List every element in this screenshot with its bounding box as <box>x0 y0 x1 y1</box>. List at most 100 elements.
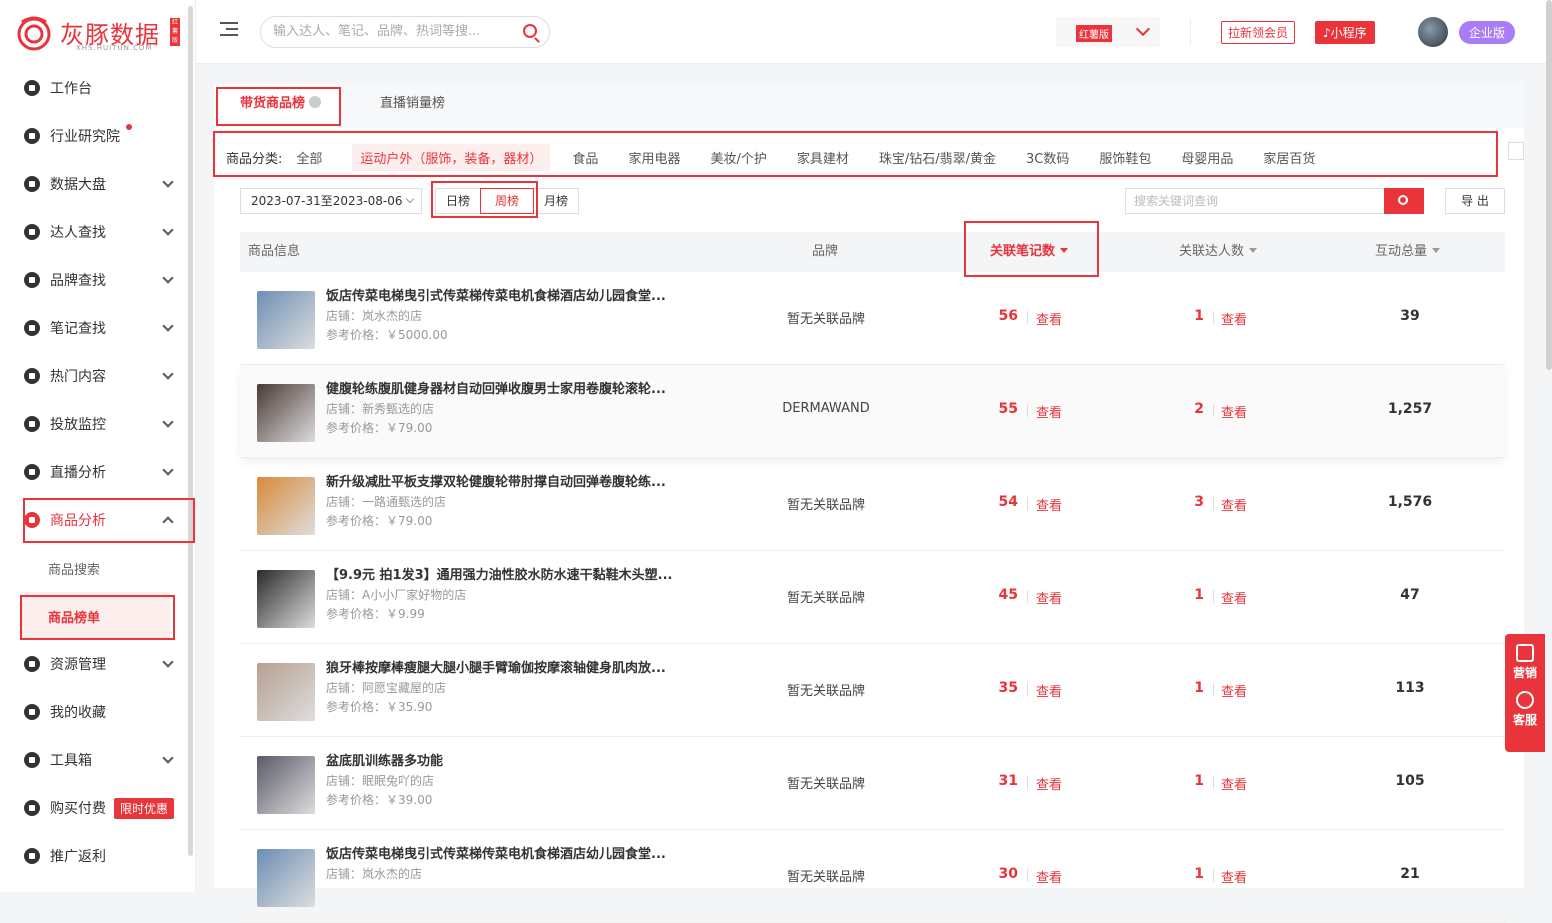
avatar[interactable] <box>1418 17 1448 47</box>
view-notes-link[interactable]: 查看 <box>1036 402 1062 421</box>
period-monthly[interactable]: 月榜 <box>533 188 580 214</box>
table-row[interactable]: 新升级减肚平板支撑双轮健腹轮带肘撑自动回弹卷腹轮练... 店铺：一路通甄选的店 参考… <box>240 458 1505 551</box>
product-thumbnail[interactable] <box>257 570 315 628</box>
chevron-down-icon[interactable] <box>162 464 174 476</box>
product-name[interactable]: 狼牙棒按摩棒瘦腿大腿小腿手臂瑜伽按摩滚轴健身肌肉放... <box>326 657 696 676</box>
sidebar-item-0[interactable]: 工作台 <box>0 64 192 112</box>
category-item[interactable]: 家具建材 <box>797 148 849 167</box>
table-row[interactable]: 狼牙棒按摩棒瘦腿大腿小腿手臂瑜伽按摩滚轴健身肌肉放... 店铺：阿愿宝藏屋的店 参考… <box>240 644 1505 737</box>
view-notes-link[interactable]: 查看 <box>1036 867 1062 886</box>
enterprise-badge[interactable]: 企业版 <box>1459 21 1516 44</box>
sidebar-item-11[interactable]: 我的收藏 <box>0 688 192 736</box>
sidebar-item-7[interactable]: 投放监控 <box>0 400 192 448</box>
global-search-input[interactable]: 输入达人、笔记、品牌、热词等搜... <box>260 16 550 48</box>
category-item[interactable]: 服饰鞋包 <box>1099 148 1151 167</box>
table-row[interactable]: 饭店传菜电梯曳引式传菜梯传菜电机食梯酒店幼儿园食堂... 店铺：岚水杰的店 参考价格… <box>240 272 1505 365</box>
sidebar-subitem-1[interactable]: 商品榜单 <box>22 592 170 640</box>
header-kol-count[interactable]: 关联达人数 <box>1179 232 1258 272</box>
sidebar-item-13[interactable]: 购买付费 限时优惠 <box>0 784 192 832</box>
sidebar-item-2[interactable]: 数据大盘 <box>0 160 192 208</box>
view-kols-link[interactable]: 查看 <box>1221 588 1247 607</box>
header-total-interaction[interactable]: 互动总量 <box>1375 232 1441 272</box>
sidebar-item-4[interactable]: 品牌查找 <box>0 256 192 304</box>
sidebar-item-9[interactable]: 商品分析 <box>0 496 192 544</box>
view-notes-link[interactable]: 查看 <box>1036 309 1062 328</box>
customer-service-icon[interactable] <box>1516 691 1534 709</box>
tab-goods-rank[interactable]: 带货商品榜 <box>214 84 338 128</box>
chevron-down-icon[interactable] <box>162 752 174 764</box>
chevron-down-icon[interactable] <box>162 368 174 380</box>
period-daily[interactable]: 日榜 <box>435 188 482 214</box>
promo-badge[interactable]: 限时优惠 <box>114 797 175 819</box>
mini-program-button[interactable]: ♪小程序 <box>1315 21 1375 44</box>
sidebar-item-10[interactable]: 资源管理 <box>0 640 192 688</box>
export-button[interactable]: 导 出 <box>1445 188 1505 214</box>
category-item[interactable]: 母婴用品 <box>1181 148 1233 167</box>
product-thumbnail[interactable] <box>257 756 315 814</box>
help-icon[interactable] <box>309 96 322 108</box>
chevron-down-icon[interactable] <box>162 656 174 668</box>
product-thumbnail[interactable] <box>257 849 315 907</box>
period-weekly[interactable]: 周榜 <box>480 188 535 214</box>
view-notes-link[interactable]: 查看 <box>1036 681 1062 700</box>
table-row[interactable]: 饭店传菜电梯曳引式传菜梯传菜电机食梯酒店幼儿园食堂... 店铺：岚水杰的店 暂无关联… <box>240 830 1505 923</box>
chevron-up-icon[interactable] <box>162 516 174 528</box>
view-kols-link[interactable]: 查看 <box>1221 402 1247 421</box>
category-item[interactable]: 运动户外（服饰，装备，器材） <box>352 143 551 171</box>
view-notes-link[interactable]: 查看 <box>1036 495 1062 514</box>
view-kols-link[interactable]: 查看 <box>1221 681 1247 700</box>
marketing-label[interactable]: 营销 <box>1505 664 1545 681</box>
product-thumbnail[interactable] <box>257 291 315 349</box>
category-item[interactable]: 食品 <box>572 148 598 167</box>
table-row[interactable]: 盆底肌训练器多功能 店铺：眠眠兔吖的店 参考价格：￥39.00 暂无关联品牌 31 查看 1… <box>240 737 1505 830</box>
product-thumbnail[interactable] <box>257 477 315 535</box>
category-expand-icon[interactable] <box>1508 142 1524 160</box>
view-kols-link[interactable]: 查看 <box>1221 774 1247 793</box>
category-item[interactable]: 全部 <box>296 148 322 167</box>
chevron-down-icon[interactable] <box>162 320 174 332</box>
sidebar-item-3[interactable]: 达人查找 <box>0 208 192 256</box>
view-kols-link[interactable]: 查看 <box>1221 867 1247 886</box>
view-kols-link[interactable]: 查看 <box>1221 495 1247 514</box>
chevron-down-icon[interactable] <box>162 224 174 236</box>
invite-member-button[interactable]: 拉新领会员 <box>1221 21 1296 44</box>
sidebar-item-5[interactable]: 笔记查找 <box>0 304 192 352</box>
product-name[interactable]: 【9.9元 拍1发3】通用强力油性胶水防水速干黏鞋木头塑... <box>326 564 696 583</box>
view-kols-link[interactable]: 查看 <box>1221 309 1247 328</box>
search-icon[interactable] <box>523 24 537 38</box>
category-item[interactable]: 家用电器 <box>628 148 680 167</box>
product-name[interactable]: 饭店传菜电梯曳引式传菜梯传菜电机食梯酒店幼儿园食堂... <box>326 843 696 862</box>
product-name[interactable]: 盆底肌训练器多功能 <box>326 750 696 769</box>
menu-toggle-icon[interactable] <box>220 22 238 36</box>
sidebar-subitem-0[interactable]: 商品搜索 <box>0 544 192 592</box>
header-note-count[interactable]: 关联笔记数 <box>990 232 1069 272</box>
product-name[interactable]: 饭店传菜电梯曳引式传菜梯传菜电机食梯酒店幼儿园食堂... <box>326 285 696 304</box>
chevron-down-icon[interactable] <box>162 176 174 188</box>
chevron-down-icon[interactable] <box>162 416 174 428</box>
version-switcher[interactable]: 红薯版 <box>1056 17 1160 47</box>
date-range-picker[interactable]: 2023-07-31至2023-08-06 <box>240 188 422 214</box>
category-item[interactable]: 家居百货 <box>1263 148 1315 167</box>
category-item[interactable]: 珠宝/钻石/翡翠/黄金 <box>879 148 996 167</box>
chevron-down-icon[interactable] <box>1135 21 1151 37</box>
category-item[interactable]: 3C数码 <box>1026 148 1069 167</box>
sidebar-item-6[interactable]: 热门内容 <box>0 352 192 400</box>
sidebar-scrollbar[interactable] <box>188 6 193 856</box>
view-notes-link[interactable]: 查看 <box>1036 588 1062 607</box>
keyword-search-button[interactable] <box>1384 188 1424 214</box>
product-name[interactable]: 健腹轮练腹肌健身器材自动回弹收腹男士家用卷腹轮滚轮... <box>326 378 696 397</box>
marketing-icon[interactable] <box>1516 644 1534 662</box>
table-row[interactable]: 【9.9元 拍1发3】通用强力油性胶水防水速干黏鞋木头塑... 店铺：A小小厂家好… <box>240 551 1505 644</box>
customer-service-label[interactable]: 客服 <box>1505 711 1545 728</box>
sidebar-item-12[interactable]: 工具箱 <box>0 736 192 784</box>
category-item[interactable]: 美妆/个护 <box>710 148 766 167</box>
product-name[interactable]: 新升级减肚平板支撑双轮健腹轮带肘撑自动回弹卷腹轮练... <box>326 471 696 490</box>
tab-live-rank[interactable]: 直播销量榜 <box>380 84 445 128</box>
sidebar-item-8[interactable]: 直播分析 <box>0 448 192 496</box>
page-scrollbar[interactable] <box>1546 0 1552 370</box>
chevron-down-icon[interactable] <box>162 272 174 284</box>
product-thumbnail[interactable] <box>257 384 315 442</box>
view-notes-link[interactable]: 查看 <box>1036 774 1062 793</box>
sidebar-item-1[interactable]: 行业研究院 <box>0 112 192 160</box>
table-row[interactable]: 健腹轮练腹肌健身器材自动回弹收腹男士家用卷腹轮滚轮... 店铺：新秀甄选的店 参考价… <box>240 365 1505 458</box>
